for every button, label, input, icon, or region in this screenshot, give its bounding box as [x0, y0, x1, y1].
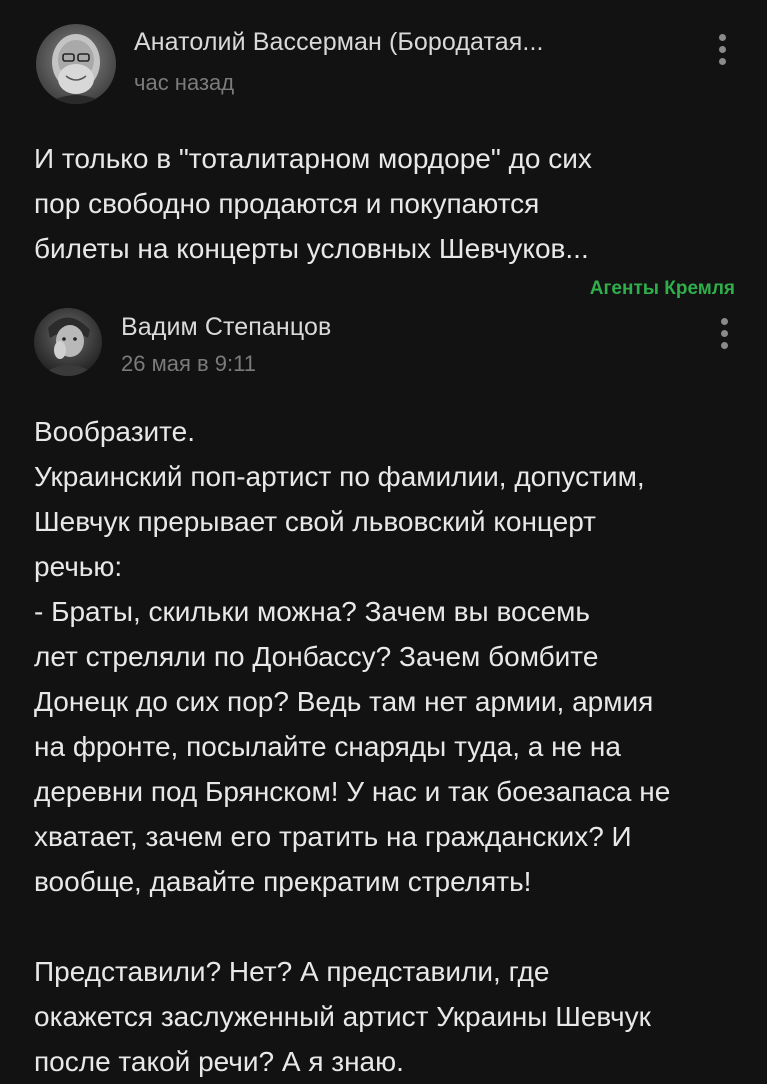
- text-line: Вообразите.: [34, 416, 196, 447]
- text-line: речью:: [34, 551, 123, 582]
- user-avatar-icon: [34, 308, 102, 376]
- author-name[interactable]: Вадим Степанцов: [121, 313, 331, 342]
- text-line: - Браты, скильки можна? Зачем вы восемь: [34, 596, 591, 627]
- user-avatar-icon: [36, 24, 116, 104]
- text-line: лет стреляли по Донбассу? Зачем бомбите: [34, 641, 599, 672]
- more-vertical-icon[interactable]: [717, 34, 727, 74]
- text-line: Шевчук прерывает свой львовский концерт: [34, 506, 597, 537]
- text-line: после такой речи? А я знаю.: [34, 1046, 404, 1077]
- text-line: окажется заслуженный артист Украины Шевч…: [34, 1001, 651, 1032]
- text-line: деревни под Брянском! У нас и так боезап…: [34, 776, 671, 807]
- more-vertical-icon[interactable]: [719, 318, 729, 358]
- post-text: И только в "тоталитарном мордоре" до сих…: [34, 136, 739, 271]
- post-text: Вообразите. Украинский поп-артист по фам…: [34, 409, 739, 1084]
- avatar[interactable]: [34, 308, 102, 376]
- text-line: билеты на концерты условных Шевчуков...: [34, 233, 589, 264]
- text-line: И только в "тоталитарном мордоре" до сих: [34, 143, 592, 174]
- text-line: Украинский поп-артист по фамилии, допуст…: [34, 461, 645, 492]
- text-line: Представили? Нет? А представили, где: [34, 956, 550, 987]
- text-line: на фронте, посылайте снаряды туда, а не …: [34, 731, 621, 762]
- post-time: 26 мая в 9:11: [121, 351, 256, 376]
- text-line: Донецк до сих пор? Ведь там нет армии, а…: [34, 686, 654, 717]
- text-line: хватает, зачем его тратить на граждански…: [34, 821, 632, 852]
- text-line: вообще, давайте прекратим стрелять!: [34, 866, 532, 897]
- post-header: Вадим Степанцов 26 мая в 9:11: [0, 298, 767, 408]
- post-time: час назад: [134, 70, 235, 95]
- text-line: пор свободно продаются и покупаются: [34, 188, 540, 219]
- source-tag[interactable]: Агенты Кремля: [590, 278, 735, 300]
- post-header: Анатолий Вассерман (Бородатая... час наз…: [0, 0, 767, 110]
- author-name[interactable]: Анатолий Вассерман (Бородатая...: [134, 28, 544, 57]
- avatar[interactable]: [36, 24, 116, 104]
